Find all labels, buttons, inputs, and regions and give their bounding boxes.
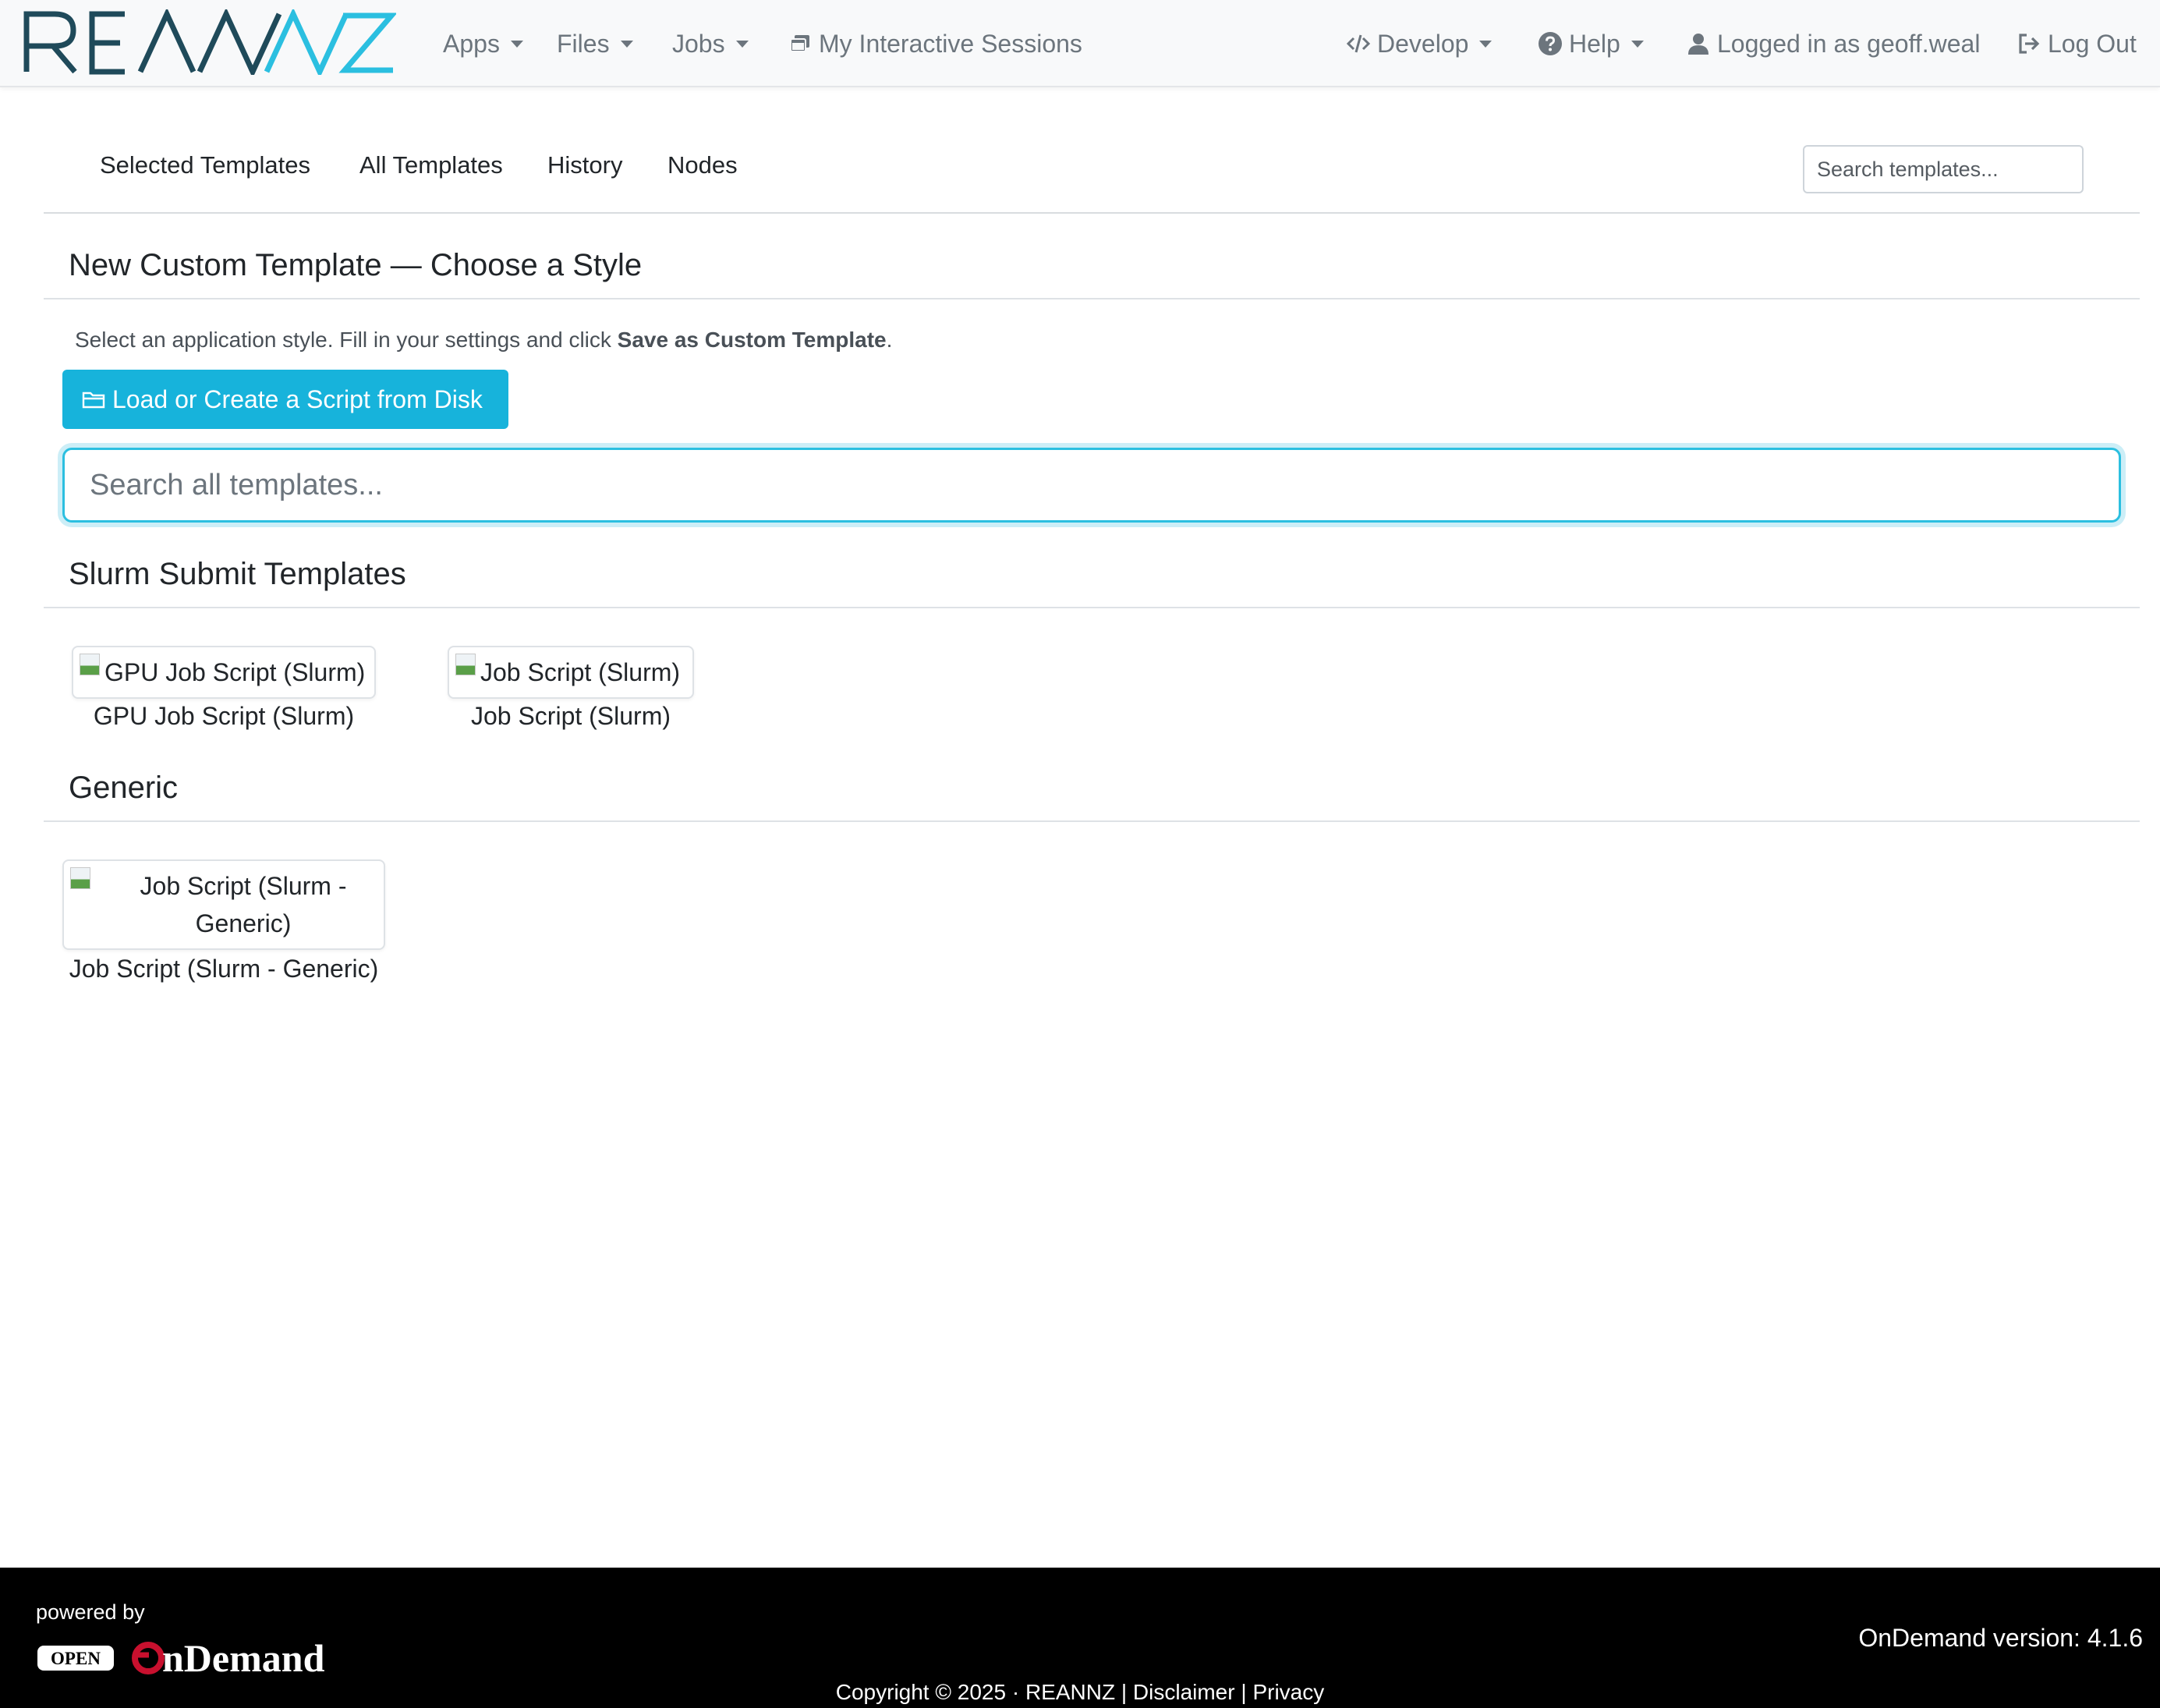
svg-text:nDemand: nDemand	[162, 1636, 325, 1680]
powered-by-label: powered by	[36, 1600, 145, 1624]
card-alt-text: Job Script (Slurm - Generic)	[140, 872, 347, 937]
nav-sessions-label: My Interactive Sessions	[819, 29, 1082, 58]
nav-user[interactable]: Logged in as geoff.weal	[1686, 23, 1980, 64]
nav-files-label: Files	[557, 29, 610, 58]
nav-develop-label: Develop	[1377, 29, 1469, 58]
nav-help-label: Help	[1569, 29, 1620, 58]
chevron-down-icon	[620, 40, 633, 48]
load-script-label: Load or Create a Script from Disk	[112, 384, 483, 413]
template-card-gpu-job-script[interactable]: GPU Job Script (Slurm)	[72, 646, 376, 699]
intro-prefix: Select an application style. Fill in you…	[75, 328, 618, 352]
sign-out-icon	[2017, 31, 2041, 56]
tab-all-templates[interactable]: All Templates	[359, 151, 503, 179]
divider	[44, 298, 2140, 299]
nav-interactive-sessions[interactable]: My Interactive Sessions	[788, 23, 1082, 64]
code-icon	[1346, 31, 1371, 56]
nav-develop-dropdown[interactable]: Develop	[1346, 23, 1493, 64]
nav-apps-label: Apps	[443, 29, 500, 58]
disclaimer-link[interactable]: Disclaimer	[1133, 1680, 1235, 1704]
open-ondemand-logo[interactable]: OPEN nDemand	[36, 1630, 387, 1685]
template-caption[interactable]: Job Script (Slurm - Generic)	[53, 955, 395, 983]
broken-image-icon	[455, 654, 476, 675]
broken-image-icon	[70, 867, 90, 889]
broken-image-icon	[80, 654, 100, 675]
template-card-job-script[interactable]: Job Script (Slurm)	[448, 646, 694, 699]
chevron-down-icon	[735, 40, 749, 48]
reannz-logo-icon	[23, 9, 396, 75]
tab-nodes[interactable]: Nodes	[667, 151, 738, 179]
svg-text:OPEN: OPEN	[51, 1649, 101, 1668]
sessions-icon	[788, 31, 813, 56]
top-navbar: Apps Files Jobs My Interactive Sessions …	[0, 0, 2160, 87]
ondemand-version: OnDemand version: 4.1.6	[1858, 1624, 2143, 1652]
tab-selected-templates[interactable]: Selected Templates	[100, 151, 310, 179]
nav-apps-dropdown[interactable]: Apps	[443, 23, 523, 64]
card-alt-text: Job Script (Slurm)	[480, 658, 681, 686]
divider	[44, 820, 2140, 822]
footer: powered by OPEN nDemand OnDemand version…	[0, 1568, 2160, 1708]
tab-history[interactable]: History	[547, 151, 622, 179]
template-caption[interactable]: Job Script (Slurm)	[448, 702, 694, 731]
chevron-down-icon	[1631, 40, 1644, 48]
nav-user-label: Logged in as geoff.weal	[1717, 29, 1981, 58]
load-script-button[interactable]: Load or Create a Script from Disk	[62, 370, 508, 429]
section-title-generic: Generic	[69, 771, 179, 805]
user-icon	[1686, 31, 1711, 56]
copyright-line: Copyright © 2025 · REANNZ | Disclaimer |…	[0, 1680, 2160, 1705]
nav-help-dropdown[interactable]: Help	[1538, 23, 1644, 64]
question-circle-icon	[1538, 31, 1563, 56]
search-all-templates-input[interactable]	[62, 448, 2121, 523]
copyright-text: Copyright © 2025 · REANNZ	[835, 1680, 1116, 1704]
brand-logo[interactable]	[23, 9, 396, 75]
separator: |	[1241, 1680, 1247, 1704]
separator: |	[1121, 1680, 1128, 1704]
section-title-slurm: Slurm Submit Templates	[69, 557, 406, 591]
nav-jobs-dropdown[interactable]: Jobs	[672, 23, 749, 64]
nav-jobs-label: Jobs	[672, 29, 725, 58]
privacy-link[interactable]: Privacy	[1252, 1680, 1324, 1704]
chevron-down-icon	[1479, 40, 1493, 48]
intro-suffix: .	[886, 328, 893, 352]
nav-logout-label: Log Out	[2048, 29, 2137, 58]
intro-text: Select an application style. Fill in you…	[75, 328, 892, 353]
folder-open-icon	[82, 392, 105, 409]
template-search-input[interactable]	[1803, 145, 2084, 193]
nav-files-dropdown[interactable]: Files	[557, 23, 633, 64]
template-caption[interactable]: GPU Job Script (Slurm)	[72, 702, 376, 731]
page-title: New Custom Template — Choose a Style	[69, 248, 643, 282]
card-alt-text: GPU Job Script (Slurm)	[104, 658, 366, 686]
nav-logout[interactable]: Log Out	[2017, 23, 2137, 64]
chevron-down-icon	[510, 40, 523, 48]
divider	[44, 607, 2140, 608]
template-card-job-script-generic[interactable]: Job Script (Slurm - Generic)	[62, 859, 385, 950]
intro-bold: Save as Custom Template	[617, 328, 887, 352]
open-ondemand-logo-icon: OPEN nDemand	[37, 1636, 325, 1680]
